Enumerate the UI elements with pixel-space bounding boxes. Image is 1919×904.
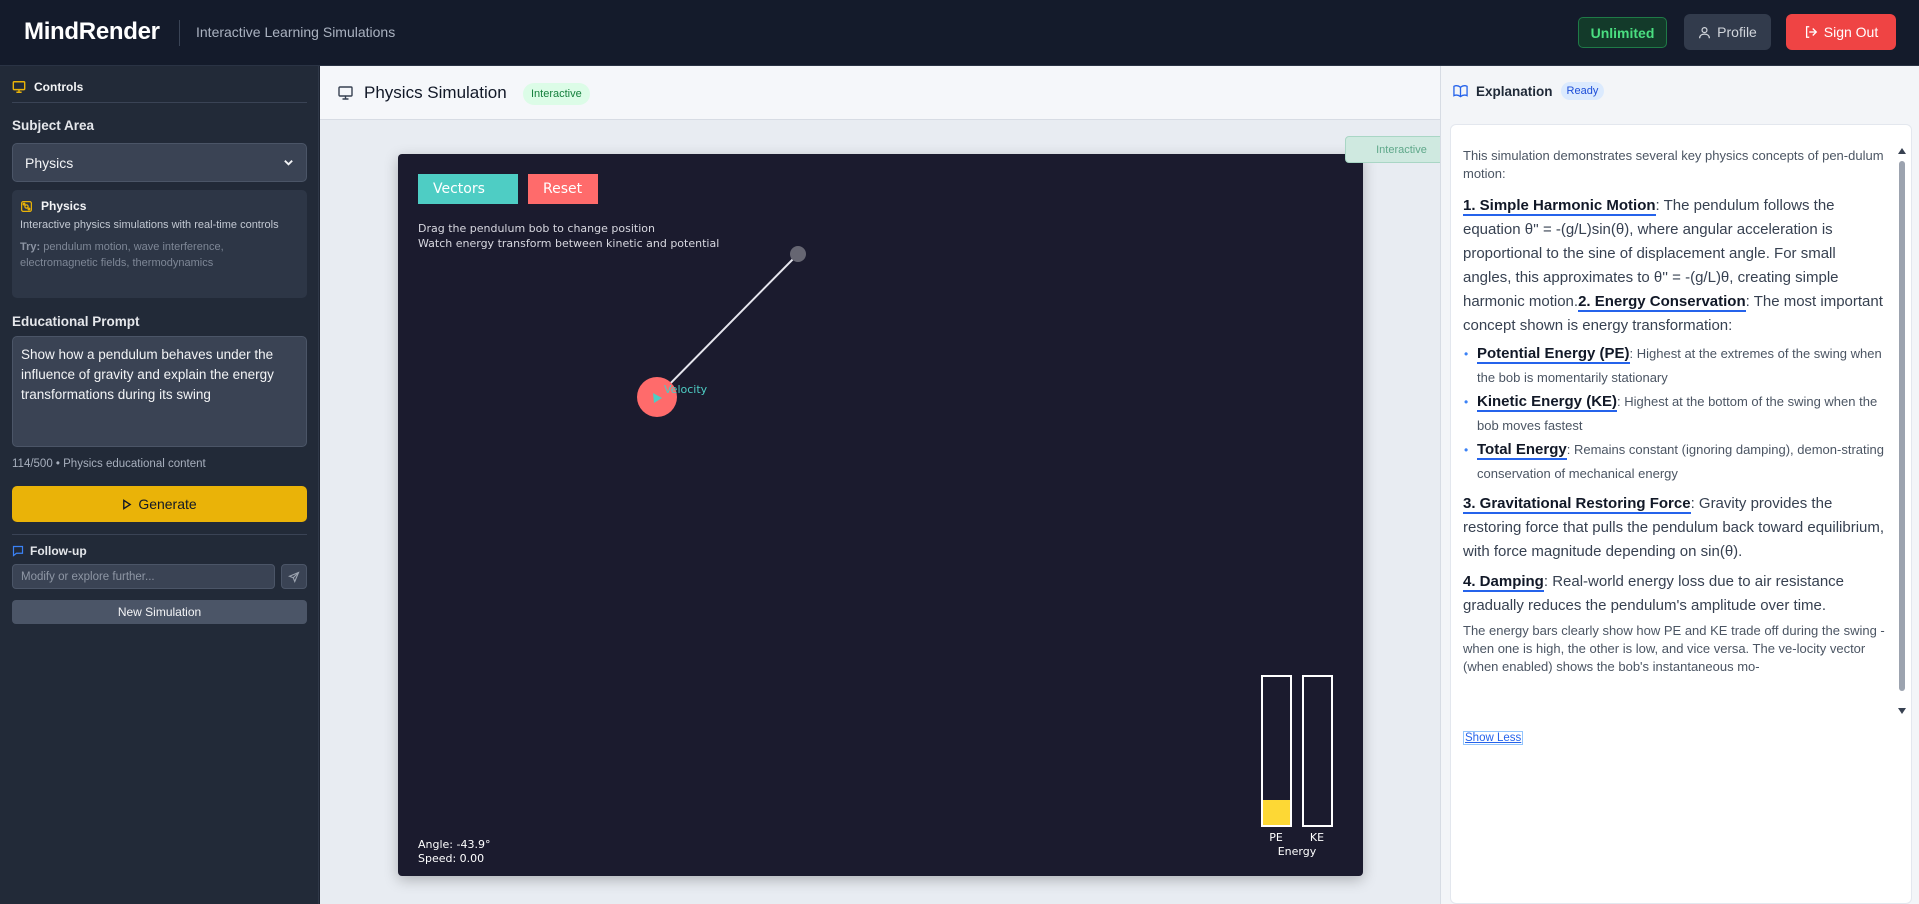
try-label: Try: [20,241,41,253]
new-simulation-button[interactable]: New Simulation [12,600,307,624]
subject-area-label: Subject Area [12,118,95,133]
divider [12,534,307,535]
sign-out-label: Sign Out [1823,24,1879,40]
pe-bar-fill [1263,800,1290,825]
top-bar: MindRender Interactive Learning Simulati… [0,0,1919,66]
atom-icon [21,200,32,212]
message-icon [12,545,24,557]
list-item: Total Energy: Remains constant (ignoring… [1463,438,1888,486]
explanation-paragraph: The energy bars clearly show how PE and … [1463,623,1885,674]
chevron-down-icon [284,160,293,166]
explanation-card: This simulation demonstrates several key… [1450,124,1912,904]
followup-input[interactable]: Modify or explore further... [12,564,275,589]
scroll-down-arrow[interactable] [1898,708,1906,714]
monitor-icon [338,86,353,100]
explanation-paragraph: 4. Damping: Real-world energy loss due t… [1463,570,1888,618]
prompt-textarea[interactable]: Show how a pendulum behaves under the in… [12,336,307,447]
plan-badge: Unlimited [1578,17,1667,48]
scroll-up-arrow[interactable] [1898,148,1906,154]
app-subtitle: Interactive Learning Simulations [196,24,396,40]
explanation-panel: Explanation Ready This simulation demons… [1440,66,1919,904]
explanation-paragraph: 1. Simple Harmonic Motion: The pendulum … [1463,194,1888,338]
controls-label: Controls [34,80,84,94]
subject-info-description: Interactive physics simulations with rea… [20,219,279,231]
pendulum-canvas[interactable]: Vectors Reset Drag the pendulum bob to c… [398,154,1363,876]
status-badge: Ready [1560,82,1605,100]
pivot-point [790,246,806,262]
speed-readout: Speed: 0.00 [418,852,485,865]
concept-term: Potential Energy (PE) [1477,345,1630,364]
simulation-header: Physics Simulation Interactive [320,66,1440,120]
followup-label: Follow-up [30,544,87,558]
concept-term: Total Energy [1477,441,1567,460]
pendulum-rod [656,253,799,398]
monitor-icon [12,81,26,93]
concept-term: 4. Damping [1463,573,1544,592]
subject-info-title-text: Physics [41,199,87,213]
educational-prompt-label: Educational Prompt [12,314,140,329]
concept-term: 1. Simple Harmonic Motion [1463,197,1656,216]
send-button[interactable] [281,564,307,589]
explanation-intro: This simulation demonstrates several key… [1463,148,1884,181]
subject-info-examples: Try: pendulum motion, wave interference,… [20,239,299,271]
profile-button[interactable]: Profile [1684,14,1771,50]
concept-term: Kinetic Energy (KE) [1477,393,1618,412]
brand-logo[interactable]: MindRender [24,18,160,46]
generate-label: Generate [138,496,197,512]
ke-label: KE [1310,831,1324,844]
sign-out-button[interactable]: Sign Out [1786,14,1896,50]
list-item: Potential Energy (PE): Highest at the ex… [1463,342,1888,390]
concept-term: 3. Gravitational Restoring Force [1463,495,1691,514]
mode-badge: Interactive [523,83,590,105]
explanation-paragraph: 3. Gravitational Restoring Force: Gravit… [1463,492,1888,564]
followup-header: Follow-up [12,544,87,558]
profile-label: Profile [1717,24,1757,40]
divider [12,102,307,103]
scrollbar-thumb[interactable] [1899,161,1905,691]
send-icon [288,570,300,583]
subject-select[interactable]: Physics [12,143,307,182]
energy-label: Energy [1278,845,1317,858]
ke-bar-frame [1302,675,1333,827]
concept-term: 2. Energy Conservation [1578,293,1746,312]
play-icon [123,498,132,510]
show-less-link[interactable]: Show Less [1463,731,1524,745]
simulation-area: Physics Simulation Interactive Vectors R… [320,66,1458,904]
explanation-content[interactable]: This simulation demonstrates several key… [1463,147,1888,715]
pendulum-drawing: Velocity PE KE Energy [637,246,1333,858]
book-open-icon [1453,85,1468,98]
pe-label: PE [1269,831,1283,844]
char-count: 114/500 • Physics educational content [12,458,206,470]
subject-select-value: Physics [25,154,74,171]
list-item: Kinetic Energy (KE): Highest at the bott… [1463,390,1888,438]
subject-info-title: Physics [20,199,299,213]
controls-header: Controls [12,80,83,94]
subject-info-card: Physics Interactive physics simulations … [12,190,307,298]
try-text: pendulum motion, wave interference, elec… [20,241,224,269]
sign-out-icon [1805,26,1817,38]
scrollbar[interactable] [1897,147,1907,715]
angle-readout: Angle: -43.9° [418,838,491,851]
explanation-title: Explanation [1476,83,1553,99]
page-title: Physics Simulation [364,83,507,102]
explanation-header: Explanation Ready [1453,82,1605,100]
user-icon [1699,26,1711,38]
velocity-label: Velocity [664,383,708,396]
controls-sidebar: Controls Subject Area Physics Physics In… [0,66,319,904]
brand-divider [179,20,180,46]
energy-list: Potential Energy (PE): Highest at the ex… [1463,342,1888,486]
generate-button[interactable]: Generate [12,486,307,522]
